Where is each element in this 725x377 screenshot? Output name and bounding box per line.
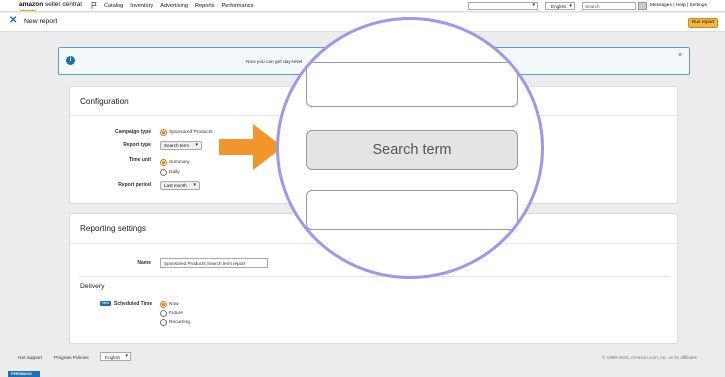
marketplace-select[interactable] bbox=[468, 2, 538, 10]
banner-text: Now you can get day-level bbox=[246, 60, 303, 65]
report-name-input[interactable]: Sponsored Products Search term report bbox=[160, 258, 268, 268]
delivery-title: Delivery bbox=[80, 283, 105, 290]
flag-icon[interactable] bbox=[91, 2, 97, 9]
magnifier-callout: Search term bbox=[276, 17, 544, 279]
campaign-type-radio[interactable] bbox=[160, 129, 167, 136]
campaign-type-label: Campaign type bbox=[115, 129, 151, 135]
reporting-settings-title: Reporting settings bbox=[80, 224, 146, 233]
report-period-dropdown[interactable]: Last month bbox=[160, 181, 200, 190]
feedback-button[interactable]: FEEDBACK bbox=[8, 371, 40, 377]
page-title: New report bbox=[24, 18, 58, 25]
top-nav: amazon seller central Catalog Inventory … bbox=[0, 0, 725, 12]
nav-item-performance[interactable]: Performance bbox=[222, 3, 254, 9]
time-unit-summary-label: Summary bbox=[169, 160, 190, 165]
magnified-option-below bbox=[306, 190, 518, 230]
main-nav: Catalog Inventory Advertising Reports Pe… bbox=[104, 3, 254, 9]
run-report-button[interactable]: Run report bbox=[688, 18, 718, 28]
copyright-text: © 1999-2020, Amazon.com, Inc. or its aff… bbox=[602, 355, 697, 360]
banner-close-icon[interactable]: × bbox=[678, 52, 682, 59]
schedule-recurring-radio[interactable] bbox=[160, 319, 167, 326]
schedule-recurring-label: Recurring bbox=[169, 320, 190, 325]
time-unit-daily-label: Daily bbox=[169, 170, 180, 175]
close-icon[interactable]: ✕ bbox=[9, 15, 17, 26]
schedule-now-label: Now bbox=[169, 302, 179, 307]
nav-item-catalog[interactable]: Catalog bbox=[104, 3, 123, 9]
nav-item-inventory[interactable]: Inventory bbox=[130, 3, 153, 9]
nav-item-advertising[interactable]: Advertising bbox=[160, 3, 188, 9]
time-unit-summary-radio[interactable] bbox=[160, 159, 167, 166]
campaign-type-value: Sponsored Products bbox=[169, 130, 213, 135]
footer-language-select[interactable]: English bbox=[100, 352, 131, 361]
name-label: Name bbox=[137, 260, 151, 266]
amazon-smile-icon bbox=[19, 8, 37, 11]
schedule-future-radio[interactable] bbox=[160, 310, 167, 317]
time-unit-label: Time unit bbox=[128, 157, 151, 163]
magnified-search-term-option: Search term bbox=[306, 130, 518, 170]
new-badge: New bbox=[100, 301, 112, 306]
configuration-title: Configuration bbox=[80, 97, 129, 106]
program-policies-link[interactable]: Program Policies bbox=[54, 355, 89, 360]
schedule-future-label: Future bbox=[169, 311, 183, 316]
top-links[interactable]: Messages | Help | Settings bbox=[650, 3, 707, 8]
nav-item-reports[interactable]: Reports bbox=[195, 3, 215, 9]
magnified-option-above bbox=[306, 62, 518, 107]
divider bbox=[79, 276, 669, 277]
report-type-label: Report type bbox=[123, 142, 151, 148]
time-unit-daily-radio[interactable] bbox=[160, 169, 167, 176]
search-button[interactable] bbox=[638, 2, 647, 10]
scheduled-time-label: Scheduled Time bbox=[114, 301, 153, 307]
get-support-link[interactable]: Get support bbox=[18, 355, 42, 360]
report-type-dropdown[interactable]: Search term bbox=[160, 141, 202, 150]
report-period-label: Report period bbox=[118, 182, 151, 188]
schedule-now-radio[interactable] bbox=[160, 301, 167, 308]
help-icon[interactable]: ⓘ bbox=[144, 142, 148, 148]
magnified-search-term-label: Search term bbox=[372, 142, 452, 158]
language-select[interactable]: English bbox=[545, 2, 575, 10]
search-input[interactable]: Search bbox=[582, 2, 636, 10]
info-icon: i bbox=[66, 56, 75, 65]
orange-arrow-icon bbox=[219, 124, 283, 170]
